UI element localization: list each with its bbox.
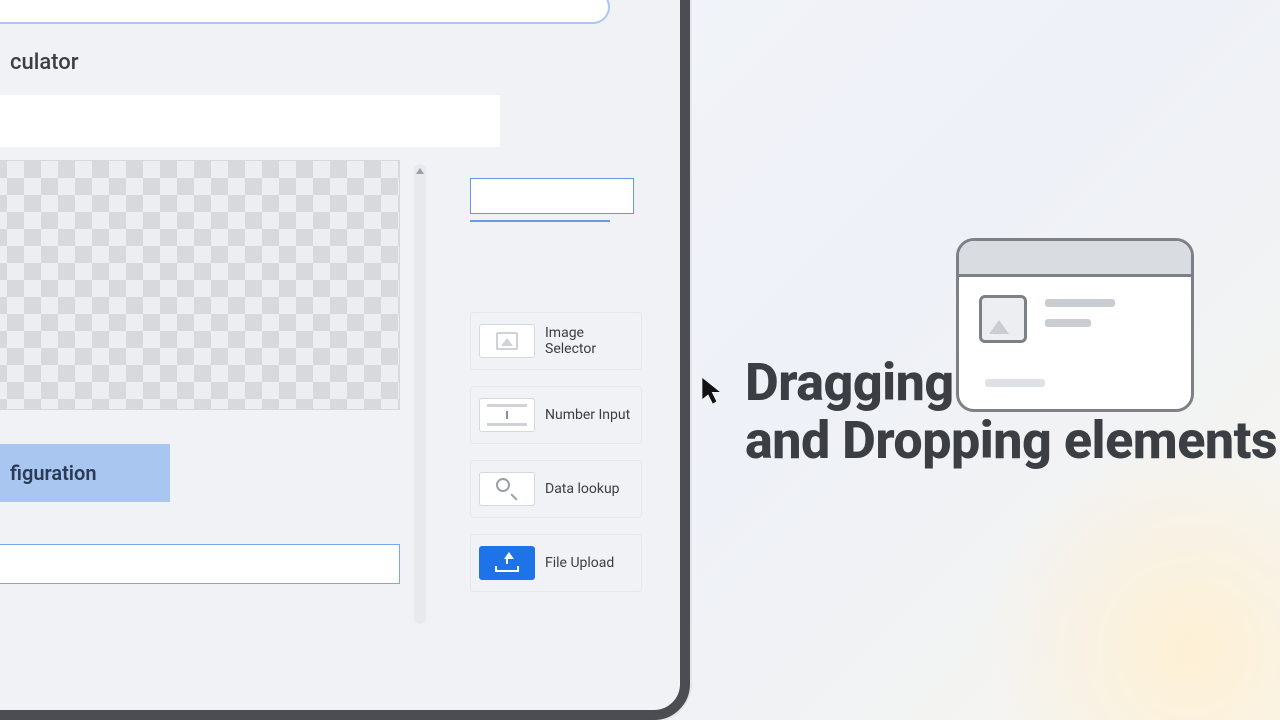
component-number-input[interactable]: Number Input [470,386,642,444]
number-input-icon [479,398,535,432]
hero-caption-line1: Dragging [745,354,1277,412]
component-label: Image Selector [545,325,633,357]
address-bar[interactable] [0,0,610,24]
component-image-selector[interactable]: Image Selector [470,312,642,370]
page-title: culator [10,50,79,75]
toolbar-strip [0,95,500,147]
configuration-button-label: figuration [10,461,97,485]
background-glow [980,440,1280,720]
component-file-upload[interactable]: File Upload [470,534,642,592]
configuration-button[interactable]: figuration [0,444,170,502]
hero-caption-line2: and Dropping elements [745,412,1277,470]
palette-input-preview[interactable] [470,178,634,214]
hero-caption: Dragging and Dropping elements [745,354,1277,470]
component-label: Number Input [545,407,630,423]
image-icon [479,324,535,358]
upload-icon [479,546,535,580]
component-label: Data lookup [545,481,620,497]
palette-input-underline [470,220,610,222]
editor-window: culator figuration Image Selector [0,0,690,720]
component-data-lookup[interactable]: Data lookup [470,460,642,518]
illustration-text-lines [1045,295,1171,343]
scrollbar[interactable] [414,164,426,624]
text-input[interactable] [0,544,400,584]
illustration-titlebar [959,241,1191,277]
component-palette: Image Selector Number Input Data look [470,178,650,608]
component-label: File Upload [545,555,614,571]
illustration-image-icon [979,295,1027,343]
search-icon [479,472,535,506]
canvas-dropzone[interactable] [0,160,400,410]
